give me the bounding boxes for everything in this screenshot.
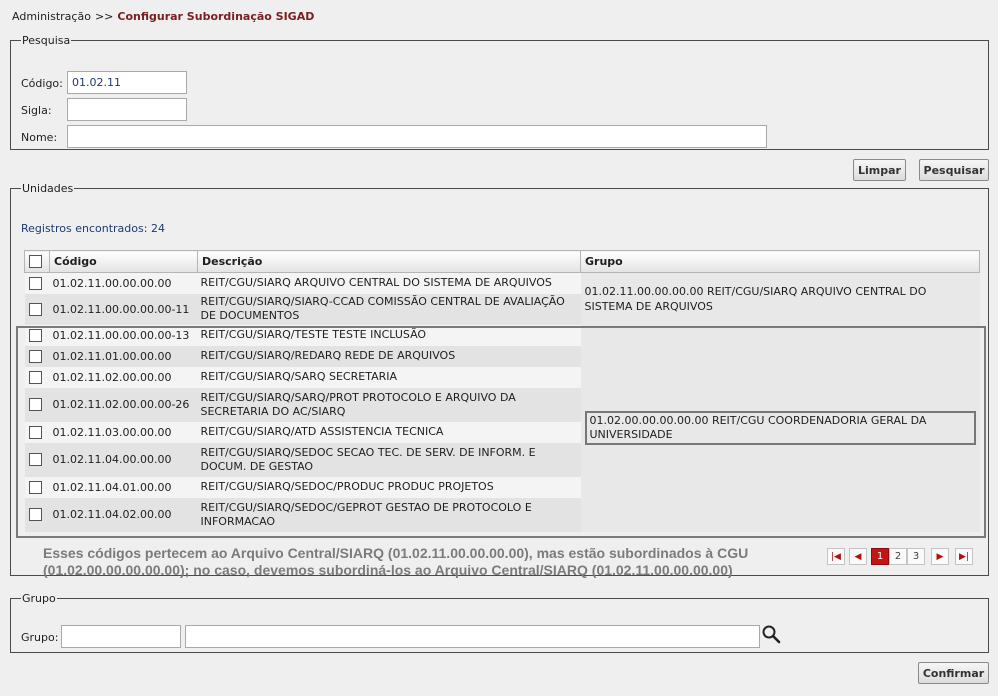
row-desc: REIT/CGU/SIARQ/TESTE TESTE INCLUSÃO <box>197 324 581 346</box>
last-page-icon: ▶| <box>959 552 969 562</box>
row-code: 01.02.11.02.00.00.00 <box>49 366 198 388</box>
row-select-cell <box>24 324 50 346</box>
row-desc: REIT/CGU/SIARQ ARQUIVO CENTRAL DO SISTEM… <box>197 272 581 294</box>
row-select-cell <box>24 293 50 325</box>
row-select-cell <box>24 387 50 422</box>
row-desc: REIT/CGU/SIARQ/SARQ SECRETARIA <box>197 366 581 388</box>
row-select-cell <box>24 421 50 443</box>
units-table: Código Descrição Grupo 01.02.11.00.00.00… <box>24 250 980 532</box>
row-checkbox[interactable] <box>28 398 42 412</box>
row-desc: REIT/CGU/SIARQ/REDARQ REDE DE ARQUIVOS <box>197 345 581 367</box>
first-page-button[interactable]: |◀ <box>827 548 845 565</box>
row-code: 01.02.11.04.02.00.00 <box>49 497 198 532</box>
units-legend: Unidades <box>22 182 74 195</box>
row-code: 01.02.11.04.00.00.00 <box>49 442 198 477</box>
breadcrumb-separator: >> <box>94 10 114 23</box>
records-found: Registros encontrados: 24 <box>21 222 165 235</box>
sigla-input[interactable] <box>67 98 187 121</box>
table-row[interactable]: 01.02.11.00.00.00.00 REIT/CGU/SIARQ ARQU… <box>24 272 980 325</box>
search-icon[interactable] <box>761 624 781 644</box>
row-desc: REIT/CGU/SIARQ/SEDOC SECAO TEC. DE SERV.… <box>197 442 581 477</box>
row-checkbox[interactable] <box>28 370 42 384</box>
grupo-legend: Grupo <box>22 592 56 605</box>
row-select-cell <box>24 345 50 367</box>
row-group: 01.02.11.00.00.00.00 REIT/CGU/SIARQ ARQU… <box>580 272 980 325</box>
prev-page-button[interactable]: ◀ <box>849 548 867 565</box>
prev-page-icon: ◀ <box>854 552 862 562</box>
row-desc: REIT/CGU/SIARQ/SARQ/PROT PROTOCOLO E ARQ… <box>197 387 581 422</box>
grupo-fieldset: Grupo Grupo: <box>10 592 989 653</box>
row-desc: REIT/CGU/SIARQ/SEDOC/PRODUC PRODUC PROJE… <box>197 476 581 498</box>
row-checkbox[interactable] <box>28 328 42 342</box>
table-header: Código Descrição Grupo <box>24 250 980 273</box>
annotation-note: Esses códigos pertecem ao Arquivo Centra… <box>43 545 749 578</box>
next-page-icon: ▶ <box>936 552 944 562</box>
row-checkbox[interactable] <box>28 480 42 494</box>
row-select-cell <box>24 497 50 532</box>
row-code: 01.02.11.00.00.00.00 <box>49 272 198 294</box>
group-text: 01.02.11.00.00.00.00 REIT/CGU/SIARQ ARQU… <box>584 284 927 313</box>
row-code: 01.02.11.01.00.00.00 <box>49 345 198 367</box>
row-select-cell <box>24 272 50 294</box>
row-code: 01.02.11.02.00.00.00-26 <box>49 387 198 422</box>
col-grupo[interactable]: Grupo <box>580 250 980 273</box>
row-checkbox[interactable] <box>28 508 42 522</box>
nome-label: Nome: <box>21 131 58 144</box>
row-select-cell <box>24 366 50 388</box>
grupo-label: Grupo: <box>21 631 59 644</box>
row-select-cell <box>24 442 50 477</box>
search-fieldset: Pesquisa Código: Sigla: Nome: <box>10 34 989 150</box>
select-all-header <box>24 250 50 273</box>
col-descricao[interactable]: Descrição <box>197 250 581 273</box>
table-row[interactable]: 01.02.11.00.00.00.00-13 REIT/CGU/SIARQ/T… <box>24 324 980 532</box>
row-checkbox[interactable] <box>28 349 42 363</box>
codigo-label: Código: <box>21 77 63 90</box>
group-highlight: 01.02.00.00.00.00.00 REIT/CGU COORDENADO… <box>584 411 976 445</box>
codigo-input[interactable] <box>67 71 187 94</box>
row-code: 01.02.11.04.01.00.00 <box>49 476 198 498</box>
row-checkbox[interactable] <box>28 425 42 439</box>
units-fieldset: Unidades Registros encontrados: 24 Códig… <box>10 182 989 578</box>
row-code: 01.02.11.03.00.00.00 <box>49 421 198 443</box>
page-title: Configurar Subordinação SIGAD <box>117 10 315 23</box>
row-desc: REIT/CGU/SIARQ/ATD ASSISTENCIA TECNICA <box>197 421 581 443</box>
row-code: 01.02.11.00.00.00.00-13 <box>49 324 198 346</box>
row-checkbox[interactable] <box>28 302 42 316</box>
row-desc: REIT/CGU/SIARQ/SIARQ-CCAD COMISSÃO CENTR… <box>197 293 581 325</box>
row-checkbox[interactable] <box>28 277 42 290</box>
row-group: 01.02.00.00.00.00.00 REIT/CGU COORDENADO… <box>580 324 980 532</box>
row-code: 01.02.11.00.00.00.00-11 <box>49 293 198 325</box>
search-legend: Pesquisa <box>22 34 71 47</box>
page-2[interactable]: 2 <box>889 548 907 565</box>
first-page-icon: |◀ <box>831 552 841 562</box>
sigla-label: Sigla: <box>21 104 52 117</box>
confirm-button[interactable]: Confirmar <box>918 662 989 684</box>
row-checkbox[interactable] <box>28 453 42 467</box>
grupo-code-input[interactable] <box>61 625 181 648</box>
grupo-name-input[interactable] <box>185 625 760 648</box>
row-select-cell <box>24 476 50 498</box>
nome-input[interactable] <box>67 125 767 148</box>
last-page-button[interactable]: ▶| <box>955 548 973 565</box>
breadcrumb: Administração >> Configurar Subordinação S… <box>12 10 314 23</box>
search-button[interactable]: Pesquisar <box>919 159 989 181</box>
page-1[interactable]: 1 <box>871 548 889 565</box>
clear-button[interactable]: Limpar <box>853 159 906 181</box>
col-codigo[interactable]: Código <box>49 250 198 273</box>
breadcrumb-root[interactable]: Administração <box>12 10 91 23</box>
next-page-button[interactable]: ▶ <box>931 548 949 565</box>
row-desc: REIT/CGU/SIARQ/SEDOC/GEPROT GESTAO DE PR… <box>197 497 581 532</box>
page-3[interactable]: 3 <box>907 548 925 565</box>
select-all-checkbox[interactable] <box>29 255 42 269</box>
